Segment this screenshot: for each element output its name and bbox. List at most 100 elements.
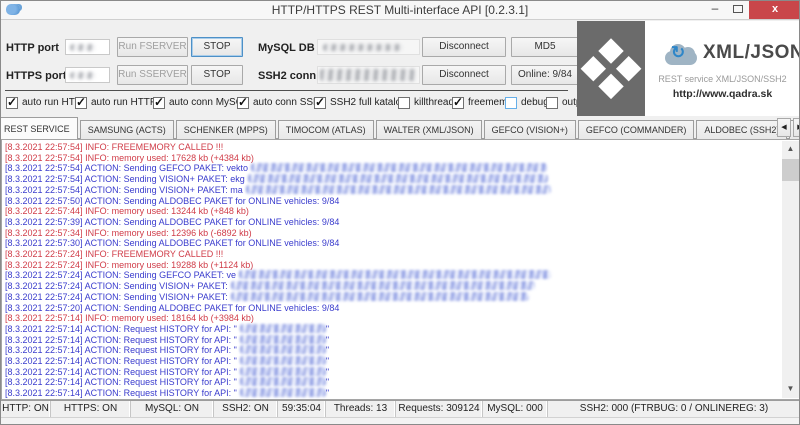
log-text: [8.3.2021 22:57:14] ACTION: Request HIST… (5, 367, 237, 377)
tab-schenker-mpps[interactable]: SCHENKER (MPPS) (176, 120, 276, 139)
log-line: [8.3.2021 22:57:54] ACTION: Sending VISI… (5, 185, 780, 196)
checkbox-box[interactable] (398, 97, 410, 109)
redacted-log-content (240, 335, 326, 344)
log-text: [8.3.2021 22:57:54] INFO: memory used: 1… (5, 153, 254, 163)
log-line: [8.3.2021 22:57:24] ACTION: Sending GEFC… (5, 270, 780, 281)
ssh2-conn-input[interactable] (317, 66, 420, 84)
sync-cloud-icon: ↻ (663, 43, 699, 65)
checkbox-label: freemem (468, 97, 507, 108)
log-text: [8.3.2021 22:57:24] INFO: FREEMEMORY CAL… (5, 249, 223, 259)
checkbox-box[interactable] (75, 97, 87, 109)
log-text-suffix: " (326, 367, 329, 377)
disconnect-ssh2-button[interactable]: Disconnect (422, 65, 506, 85)
mysql-db-label: MySQL DB (258, 42, 315, 54)
log-line: [8.3.2021 22:57:14] ACTION: Request HIST… (5, 356, 780, 367)
log-line: [8.3.2021 22:57:54] INFO: memory used: 1… (5, 153, 780, 164)
tab-gefco-vision[interactable]: GEFCO (VISION+) (484, 120, 576, 139)
window-title: HTTP/HTTPS REST Multi-interface API [0.2… (1, 1, 799, 20)
scroll-up-icon[interactable]: ▲ (782, 141, 799, 158)
log-line: [8.3.2021 22:57:44] INFO: memory used: 1… (5, 206, 780, 217)
log-line: [8.3.2021 22:57:14] ACTION: Request HIST… (5, 377, 780, 388)
log-line: [8.3.2021 22:57:14] INFO: memory used: 1… (5, 313, 780, 324)
status-segment-2: MySQL: ON (131, 401, 214, 417)
log-text: [8.3.2021 22:57:50] ACTION: Sending ALDO… (5, 196, 339, 206)
log-scrollbar[interactable]: ▲ ▼ (782, 141, 799, 398)
https-port-label: HTTPS port (6, 70, 67, 82)
scroll-down-icon[interactable]: ▼ (782, 381, 799, 398)
brand-url[interactable]: http://www.qadra.sk (645, 88, 800, 100)
checkbox-box[interactable] (505, 97, 517, 109)
online-count-button[interactable]: Online: 9/84 (511, 65, 579, 85)
close-button[interactable]: x (749, 1, 800, 19)
checkbox-box[interactable] (237, 97, 249, 109)
mysql-db-input[interactable] (317, 39, 420, 55)
tab-samsung-acts[interactable]: SAMSUNG (ACTS) (80, 120, 174, 139)
log-text: [8.3.2021 22:57:24] ACTION: Sending VISI… (5, 292, 228, 302)
log-text: [8.3.2021 22:57:20] ACTION: Sending ALDO… (5, 303, 339, 313)
log-line: [8.3.2021 22:57:30] ACTION: Sending ALDO… (5, 238, 780, 249)
log-line: [8.3.2021 22:57:24] INFO: FREEMEMORY CAL… (5, 249, 780, 260)
tab-timocom-atlas[interactable]: TIMOCOM (ATLAS) (278, 120, 374, 139)
log-text: [8.3.2021 22:57:14] ACTION: Request HIST… (5, 335, 237, 345)
status-segment-6: Requests: 309124 (396, 401, 483, 417)
toolbar-separator (5, 90, 568, 91)
title-bar: HTTP/HTTPS REST Multi-interface API [0.2… (1, 1, 799, 20)
checkbox-box[interactable] (546, 97, 558, 109)
status-segment-3: SSH2: ON (214, 401, 278, 417)
redacted-log-content (231, 281, 535, 290)
checkbox-box[interactable] (314, 97, 326, 109)
tab-gefco-commander[interactable]: GEFCO (COMMANDER) (578, 120, 695, 139)
checkbox-label: SSH2 full katalog (330, 97, 407, 108)
log-line: [8.3.2021 22:57:39] ACTION: Sending ALDO… (5, 217, 780, 228)
tab-rest-service[interactable]: REST SERVICE (0, 117, 78, 140)
tab-aldobec-ssh2[interactable]: ALDOBEC (SSH2) (696, 120, 787, 139)
md5-button[interactable]: MD5 (511, 37, 579, 57)
log-line: [8.3.2021 22:57:54] INFO: FREEMEMORY CAL… (5, 142, 780, 153)
status-bar: HTTP: ONHTTPS: ONMySQL: ONSSH2: ON59:35:… (1, 400, 800, 417)
log-text: [8.3.2021 22:57:44] INFO: memory used: 1… (5, 206, 249, 216)
checkbox-box[interactable] (6, 97, 18, 109)
tab-scroll-right-button[interactable]: ▶ (793, 118, 800, 137)
stop-http-button[interactable]: STOP (191, 37, 243, 57)
minimize-button[interactable]: – (704, 1, 726, 19)
log-text: [8.3.2021 22:57:30] ACTION: Sending ALDO… (5, 238, 339, 248)
log-text: [8.3.2021 22:57:14] ACTION: Request HIST… (5, 324, 237, 334)
log-panel: [8.3.2021 22:57:54] INFO: FREEMEMORY CAL… (1, 139, 800, 400)
run-sserver-button[interactable]: Run SSERVER (117, 65, 188, 85)
http-port-input[interactable] (65, 39, 110, 55)
log-line: [8.3.2021 22:57:24] ACTION: Sending VISI… (5, 281, 780, 292)
status-segment-1: HTTPS: ON (51, 401, 131, 417)
checkbox-box[interactable] (452, 97, 464, 109)
redacted-log-content (251, 163, 547, 172)
disconnect-mysql-button[interactable]: Disconnect (422, 37, 506, 57)
stop-https-button[interactable]: STOP (191, 65, 243, 85)
app-window: HTTP/HTTPS REST Multi-interface API [0.2… (0, 0, 800, 425)
diamond-logo-icon (581, 38, 640, 97)
redacted-log-content (231, 292, 529, 301)
status-segment-7: MySQL: 000 (483, 401, 548, 417)
https-port-input[interactable] (65, 67, 110, 83)
log-line: [8.3.2021 22:57:20] ACTION: Sending ALDO… (5, 303, 780, 314)
maximize-button[interactable] (727, 1, 749, 19)
redacted-log-content (240, 356, 326, 365)
redacted-https-port (70, 72, 96, 79)
log-text: [8.3.2021 22:57:24] INFO: memory used: 1… (5, 260, 253, 270)
log-text: [8.3.2021 22:57:54] ACTION: Sending GEFC… (5, 163, 248, 173)
scrollbar-thumb[interactable] (782, 159, 799, 181)
redacted-log-content (248, 174, 548, 183)
redacted-log-content (240, 367, 326, 376)
log-text-suffix: " (326, 335, 329, 345)
log-text-suffix: " (326, 345, 329, 355)
log-line: [8.3.2021 22:57:24] ACTION: Sending VISI… (5, 292, 780, 303)
maximize-icon (733, 5, 743, 13)
status-segment-5: Threads: 13 (326, 401, 396, 417)
log-text: [8.3.2021 22:57:34] INFO: memory used: 1… (5, 228, 252, 238)
log-text: [8.3.2021 22:57:24] ACTION: Sending VISI… (5, 281, 228, 291)
tab-walter-xml-json[interactable]: WALTER (XML/JSON) (376, 120, 482, 139)
checkbox-box[interactable] (153, 97, 165, 109)
checkbox-label: debug (521, 97, 549, 108)
bottom-strip (1, 417, 800, 425)
log-text: [8.3.2021 22:57:14] ACTION: Request HIST… (5, 356, 237, 366)
tab-scroll-left-button[interactable]: ◀ (777, 118, 791, 137)
run-fserver-button[interactable]: Run FSERVER (117, 37, 188, 57)
